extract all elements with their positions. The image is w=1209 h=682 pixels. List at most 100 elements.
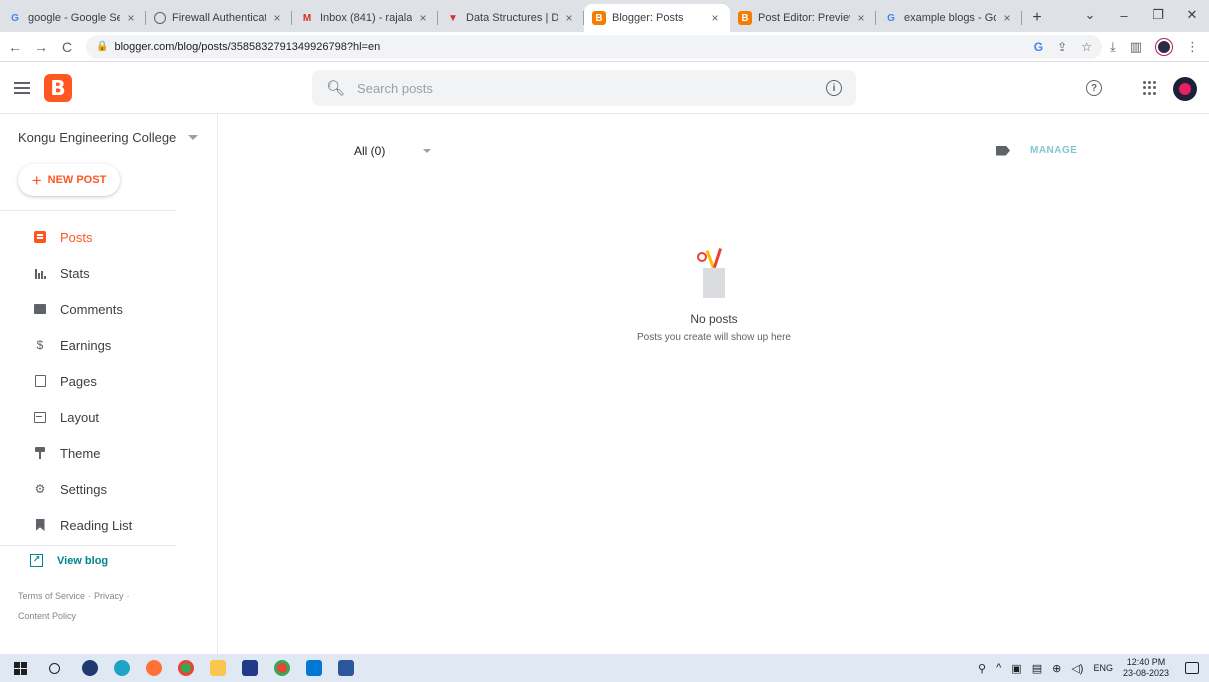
sidebar-item-posts[interactable]: Posts: [0, 219, 218, 255]
sidebar-item-reading-list[interactable]: Reading List: [0, 507, 218, 543]
tab-example-blogs[interactable]: G example blogs - Googl ×: [876, 4, 1022, 32]
side-panel-icon[interactable]: ▥: [1130, 39, 1142, 55]
privacy-link[interactable]: Privacy: [94, 591, 124, 601]
close-tab-icon[interactable]: ×: [270, 11, 284, 25]
back-button[interactable]: ←: [4, 39, 26, 55]
tab-title: Post Editor: Preview: [758, 12, 850, 24]
sidebar-item-earnings[interactable]: $ Earnings: [0, 327, 218, 363]
empty-title: No posts: [690, 312, 738, 326]
forward-button[interactable]: →: [30, 39, 52, 55]
profile-avatar[interactable]: [1156, 38, 1172, 55]
word-icon[interactable]: [338, 660, 354, 676]
chevron-up-icon[interactable]: ^: [996, 662, 1001, 674]
terms-link[interactable]: Terms of Service: [18, 591, 85, 601]
edge-icon[interactable]: [114, 660, 130, 676]
sidebar-item-pages[interactable]: Pages: [0, 363, 218, 399]
sidebar-item-layout[interactable]: Layout: [0, 399, 218, 435]
meet-now-icon[interactable]: ▣: [1011, 662, 1021, 675]
photos-icon[interactable]: [306, 660, 322, 676]
chrome-icon[interactable]: [274, 660, 290, 676]
tab-title: Data Structures | DS Tut: [466, 12, 558, 24]
bookmark-icon: [34, 519, 46, 531]
clock[interactable]: 12:40 PM 23-08-2023: [1123, 657, 1169, 679]
tab-blogger-posts[interactable]: B Blogger: Posts ×: [584, 4, 730, 32]
close-tab-icon[interactable]: ×: [708, 11, 722, 25]
reload-button[interactable]: C: [56, 39, 78, 55]
sidebar-item-stats[interactable]: Stats: [0, 255, 218, 291]
blogger-header: B 🔍︎ i ?: [0, 62, 1209, 114]
post-filter-dropdown[interactable]: All (0): [354, 144, 432, 158]
close-tab-icon[interactable]: ×: [1000, 11, 1014, 25]
close-tab-icon[interactable]: ×: [416, 11, 430, 25]
tab-title: example blogs - Googl: [904, 12, 996, 24]
file-explorer-icon[interactable]: [210, 660, 226, 676]
display-icon[interactable]: ▤: [1032, 662, 1042, 675]
google-lens-icon[interactable]: G: [1034, 40, 1043, 54]
blog-selector[interactable]: Kongu Engineering College: [18, 130, 198, 145]
sidebar-item-comments[interactable]: Comments: [0, 291, 218, 327]
blogger-logo[interactable]: B: [44, 73, 72, 102]
tab-gmail-inbox[interactable]: M Inbox (841) - rajalakshm ×: [292, 4, 438, 32]
filter-label: All (0): [354, 144, 386, 158]
tab-search-dropdown-icon[interactable]: ⌄: [1073, 7, 1107, 23]
tab-google-search[interactable]: G google - Google Search ×: [0, 4, 146, 32]
url-field[interactable]: 🔒 blogger.com/blog/posts/358583279134992…: [86, 34, 1102, 59]
empty-subtitle: Posts you create will show up here: [637, 332, 791, 343]
footer-separator: ·: [126, 591, 130, 601]
browser-menu-icon[interactable]: ⋮: [1186, 39, 1199, 55]
help-icon[interactable]: ?: [1086, 80, 1102, 96]
search-input[interactable]: [357, 80, 826, 96]
close-tab-icon[interactable]: ×: [562, 11, 576, 25]
footer-links: Terms of Service · Privacy · Content Policy: [18, 586, 178, 626]
minimize-button[interactable]: –: [1107, 8, 1141, 23]
search-icon[interactable]: [49, 662, 60, 674]
volume-icon[interactable]: ◁): [1071, 662, 1083, 675]
chrome-icon[interactable]: [178, 660, 194, 676]
search-bar: 🔍︎ i: [312, 70, 856, 106]
sidebar-item-label: Earnings: [60, 337, 112, 353]
new-tab-button[interactable]: +: [1022, 4, 1052, 32]
apps-grid-icon[interactable]: [1143, 81, 1157, 95]
tutorial-icon: ▼: [448, 12, 458, 24]
lock-icon[interactable]: 🔒: [96, 41, 108, 52]
sidebar-item-settings[interactable]: ⚙ Settings: [0, 471, 218, 507]
people-icon[interactable]: ⚲: [978, 662, 986, 675]
info-icon[interactable]: i: [826, 80, 842, 96]
notification-icon[interactable]: [1185, 662, 1199, 674]
new-post-button[interactable]: + NEW POST: [18, 164, 120, 196]
network-icon[interactable]: ⊕: [1052, 662, 1061, 675]
close-tab-icon[interactable]: ×: [124, 11, 138, 25]
close-tab-icon[interactable]: ×: [854, 11, 868, 25]
tab-title: google - Google Search: [28, 12, 120, 24]
label-icon[interactable]: [996, 145, 1010, 156]
tab-title: Firewall Authentication: [172, 12, 266, 24]
clock-time: 12:40 PM: [1126, 657, 1166, 667]
label-manage: MANAGE: [996, 145, 1077, 156]
download-icon[interactable]: ⤓: [1110, 39, 1116, 55]
content-policy-link[interactable]: Content Policy: [18, 611, 76, 621]
firefox-icon[interactable]: [146, 660, 162, 676]
tab-firewall-authentication[interactable]: Firewall Authentication ×: [146, 4, 292, 32]
account-avatar[interactable]: [1173, 77, 1197, 101]
open-external-icon: ↗: [30, 554, 43, 567]
manage-button[interactable]: MANAGE: [1030, 145, 1077, 156]
bookmark-star-icon[interactable]: ☆: [1081, 40, 1092, 54]
close-window-button[interactable]: ✕: [1175, 7, 1209, 23]
hamburger-menu-icon[interactable]: [14, 81, 30, 94]
view-blog-link[interactable]: ↗ View blog: [30, 554, 108, 567]
zoom-icon[interactable]: [242, 660, 258, 676]
share-icon[interactable]: ⇪: [1057, 40, 1067, 54]
tab-post-editor-preview[interactable]: B Post Editor: Preview ×: [730, 4, 876, 32]
pages-icon: [34, 375, 46, 387]
edge-legacy-icon[interactable]: [82, 660, 98, 676]
sidebar-item-theme[interactable]: Theme: [0, 435, 218, 471]
language-indicator[interactable]: ENG: [1093, 663, 1113, 673]
windows-start-icon[interactable]: [14, 661, 27, 675]
search-icon[interactable]: 🔍︎: [326, 79, 345, 97]
sidebar: Kongu Engineering College + NEW POST Pos…: [0, 114, 218, 654]
divider: [0, 545, 176, 546]
tab-data-structures[interactable]: ▼ Data Structures | DS Tut ×: [438, 4, 584, 32]
gear-icon: ⚙: [34, 482, 46, 496]
restore-button[interactable]: ❐: [1141, 7, 1175, 23]
blog-name: Kongu Engineering College: [18, 130, 177, 145]
